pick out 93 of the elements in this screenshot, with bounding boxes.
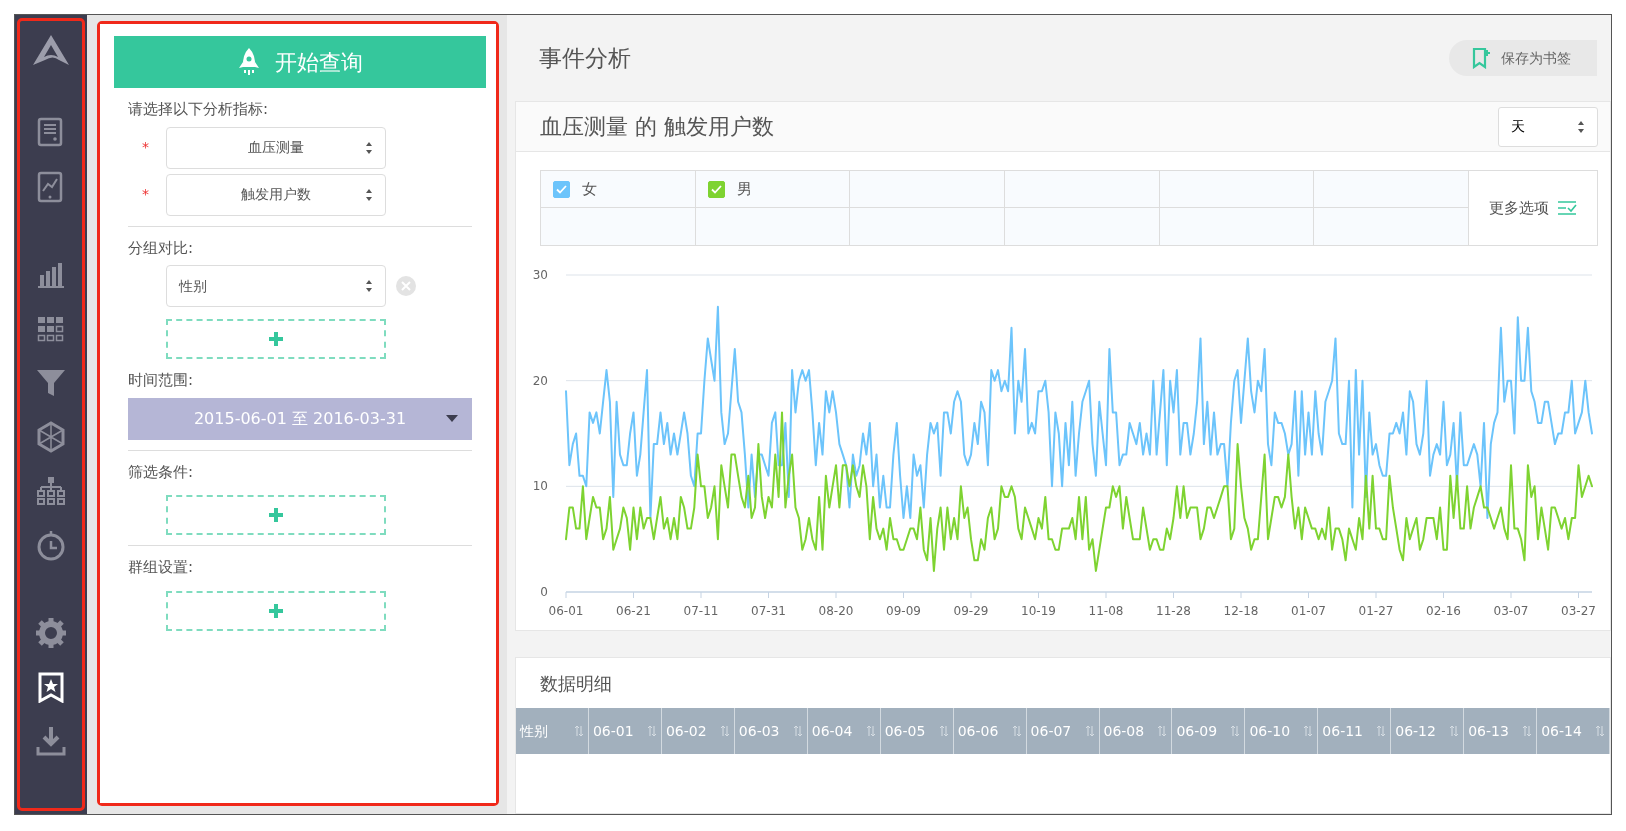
spinner-icon: [365, 140, 373, 155]
section-label: 群组设置:: [128, 557, 195, 578]
x-tick-label: 06-01: [548, 604, 584, 618]
chart-title: 血压测量 的 触发用户数: [540, 113, 774, 141]
sort-icon: [865, 725, 876, 737]
spinner-icon: [365, 279, 373, 293]
settings-icon[interactable]: [35, 617, 67, 649]
column-header[interactable]: 06-10: [1245, 708, 1319, 754]
legend-checkbox[interactable]: [553, 180, 570, 198]
legend-item[interactable]: 女: [541, 171, 696, 208]
x-tick-label: 06-21: [616, 604, 651, 618]
y-tick-label: 20: [532, 373, 548, 388]
required-mark: *: [142, 185, 150, 204]
section-label: 筛选条件:: [128, 461, 195, 483]
caret-icon: [446, 414, 458, 423]
column-header[interactable]: 06-03: [734, 708, 808, 754]
stopwatch-icon[interactable]: [35, 529, 67, 561]
network-icon[interactable]: [35, 421, 67, 453]
sort-icon: [1084, 725, 1095, 737]
bookmark-add-icon: [1471, 47, 1491, 69]
section-label: 分组对比:: [128, 237, 195, 259]
y-tick-label: 30: [532, 268, 548, 282]
filter-list-icon: [1557, 200, 1577, 216]
download-icon[interactable]: [35, 725, 67, 757]
column-header[interactable]: 06-04: [807, 708, 881, 754]
x-tick-label: 10-19: [1021, 604, 1056, 618]
rocket-icon: [237, 47, 261, 77]
legend-item[interactable]: 男: [695, 171, 851, 208]
hierarchy-icon[interactable]: [35, 475, 67, 507]
check-icon: [556, 184, 567, 194]
metric-select[interactable]: 血压测量: [166, 126, 386, 169]
sort-icon: [1449, 725, 1460, 737]
y-tick-label: 10: [532, 479, 548, 494]
x-tick-label: 11-08: [1088, 604, 1124, 618]
sort-icon: [1376, 725, 1387, 737]
metric-select[interactable]: 触发用户数: [166, 173, 386, 216]
sort-icon: [1303, 725, 1314, 737]
save-bookmark-button[interactable]: 保存为书签: [1449, 40, 1597, 76]
x-tick-label: 12-18: [1223, 604, 1259, 618]
date-range-picker[interactable]: 2015-06-01 至 2016-03-31: [128, 397, 472, 440]
spinner-icon: [365, 187, 373, 202]
sort-icon: [792, 725, 803, 737]
legend-checkbox[interactable]: [707, 180, 725, 198]
sort-icon: [1595, 725, 1606, 737]
x-tick-label: 07-11: [683, 604, 719, 618]
x-tick-label: 09-09: [886, 604, 921, 618]
required-mark: *: [142, 138, 150, 157]
sort-icon: [1011, 725, 1022, 737]
funnel-icon[interactable]: [35, 367, 67, 399]
column-header[interactable]: 06-06: [953, 708, 1027, 754]
column-header[interactable]: 06-12: [1391, 708, 1465, 754]
column-header[interactable]: 06-01: [588, 708, 662, 754]
section-label: 请选择以下分析指标:: [128, 99, 270, 120]
column-header[interactable]: 06-05: [880, 708, 954, 754]
group-select[interactable]: 性别: [166, 265, 386, 307]
column-header[interactable]: 性别: [516, 708, 589, 754]
legend-label: 女: [582, 178, 597, 200]
spinner-icon: [1577, 119, 1585, 134]
check-icon: [710, 184, 722, 194]
column-header[interactable]: 06-13: [1464, 708, 1538, 754]
x-tick-label: 01-27: [1358, 604, 1394, 618]
sort-icon: [1522, 725, 1533, 737]
column-header[interactable]: 06-11: [1318, 708, 1392, 754]
granularity-select[interactable]: 天: [1498, 106, 1598, 147]
x-tick-label: 03-07: [1493, 604, 1529, 618]
legend-label: 男: [736, 178, 752, 200]
column-header[interactable]: 06-14: [1537, 708, 1611, 754]
x-tick-label: 02-16: [1426, 604, 1461, 618]
column-header[interactable]: 06-07: [1026, 708, 1100, 754]
column-header[interactable]: 06-02: [661, 708, 735, 754]
sort-icon: [646, 725, 657, 737]
x-tick-label: 09-29: [953, 604, 989, 618]
column-header[interactable]: 06-08: [1099, 708, 1173, 754]
column-header[interactable]: 06-09: [1172, 708, 1246, 754]
x-tick-label: 01-07: [1291, 604, 1326, 618]
sort-icon: [1157, 725, 1168, 737]
sort-icon: [1230, 725, 1241, 737]
section-label: 时间范围:: [128, 370, 195, 391]
sort-icon: [938, 725, 949, 737]
x-tick-label: 08-20: [818, 604, 854, 618]
plus-icon: [267, 601, 285, 620]
sort-icon: [573, 725, 584, 737]
x-tick-label: 07-31: [751, 604, 786, 618]
query-title: 开始查询: [275, 48, 363, 77]
sort-icon: [719, 725, 730, 737]
page-title: 事件分析: [539, 43, 631, 73]
plus-icon: [267, 330, 285, 348]
detail-title: 数据明细: [539, 671, 613, 696]
x-tick-label: 11-28: [1156, 604, 1191, 618]
x-tick-label: 03-27: [1561, 604, 1596, 618]
logo-icon[interactable]: [31, 33, 71, 67]
plus-icon: [267, 506, 285, 524]
y-tick-label: 0: [540, 585, 548, 599]
